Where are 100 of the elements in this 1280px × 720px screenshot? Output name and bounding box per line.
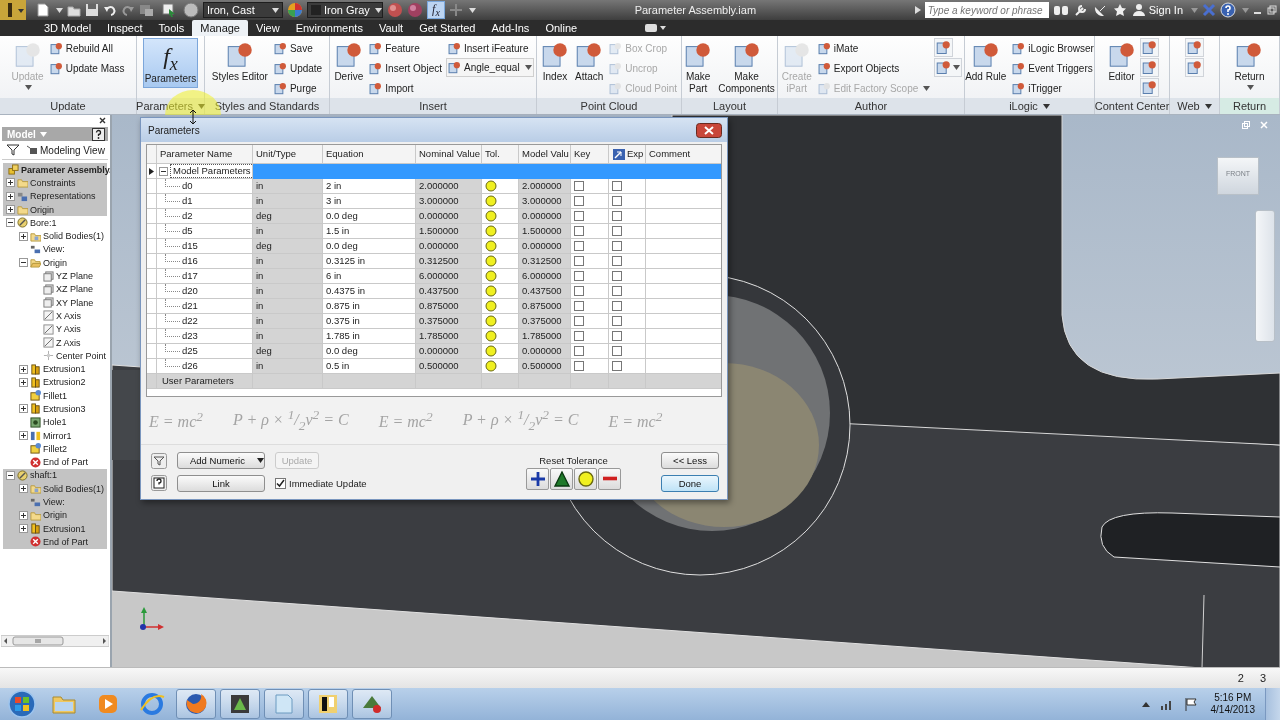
tree-item[interactable]: Extrusion1 [3, 522, 107, 536]
checkbox[interactable] [574, 331, 584, 341]
ribbon-tab[interactable]: Vault [370, 20, 412, 36]
tree-item[interactable]: Hole1 [3, 415, 107, 429]
ribbon-tab[interactable]: 3D Model [36, 20, 100, 36]
tree-item[interactable]: End of Part [3, 535, 107, 549]
ribbon-button[interactable]: iMate [815, 38, 861, 58]
expand-arrow-icon[interactable] [914, 6, 921, 14]
tray-arrow-icon[interactable] [1141, 701, 1150, 707]
ribbon-button[interactable]: Make Components [716, 38, 777, 98]
tree-item[interactable]: Origin [3, 256, 107, 270]
new-document-icon[interactable] [36, 3, 50, 17]
tolerance-circle-icon[interactable] [485, 315, 497, 327]
tolerance-circle-icon[interactable] [485, 330, 497, 342]
ribbon-tab[interactable]: Inspect [99, 20, 151, 36]
tree-item[interactable]: View: [3, 242, 107, 257]
clock-time[interactable]: 5:16 PM [1214, 692, 1252, 704]
tree-item[interactable]: Fillet2 [3, 442, 107, 456]
expand-icon[interactable] [19, 431, 28, 441]
checkbox[interactable] [574, 301, 584, 311]
expand-icon[interactable] [6, 191, 15, 201]
ribbon-button[interactable]: Update Mass [47, 58, 127, 78]
star-icon[interactable] [1112, 3, 1127, 17]
tolerance-circle-icon[interactable] [485, 360, 497, 372]
tree-item[interactable]: Mirror1 [3, 428, 107, 443]
tree-item[interactable]: View: [3, 495, 107, 509]
ribbon-tab[interactable]: Get Started [411, 20, 484, 36]
style-dropdown[interactable]: Angle_equal [446, 58, 534, 77]
expand-icon[interactable] [19, 510, 28, 520]
collapse-icon[interactable] [19, 258, 28, 268]
ribbon-button[interactable]: Purge [271, 78, 319, 98]
ribbon-tab[interactable]: Manage [192, 20, 248, 36]
sign-in-button[interactable]: Sign In [1130, 3, 1185, 17]
checkbox[interactable] [612, 316, 622, 326]
undo-icon[interactable] [103, 3, 117, 17]
done-button[interactable]: Done [661, 475, 719, 492]
ribbon-tab[interactable]: Environments [287, 20, 371, 36]
checkbox[interactable] [612, 181, 622, 191]
tree-item[interactable]: Center Point [3, 349, 107, 363]
collapse-icon[interactable] [6, 218, 15, 228]
sphere-icon[interactable] [387, 2, 403, 18]
tree-item[interactable]: XZ Plane [3, 282, 107, 296]
checkbox[interactable] [612, 211, 622, 221]
help-icon[interactable] [92, 127, 105, 141]
tree-item[interactable]: Extrusion3 [3, 402, 107, 416]
binoculars-icon[interactable] [1052, 3, 1069, 17]
tree-item[interactable]: Z Axis [3, 335, 107, 350]
ribbon-button[interactable]: Import [367, 78, 416, 98]
ribbon-icon-button[interactable] [934, 58, 963, 77]
checkbox[interactable] [612, 271, 622, 281]
tolerance-circle-icon[interactable] [485, 285, 497, 297]
checkbox[interactable] [574, 241, 584, 251]
redo-icon[interactable] [121, 3, 135, 17]
appearance-dropdown[interactable]: Iron Gray [307, 2, 383, 18]
ribbon-button[interactable]: Derive [332, 38, 366, 86]
clock-date[interactable]: 4/14/2013 [1210, 704, 1255, 716]
tree-item[interactable]: Constraints [3, 176, 107, 190]
ribbon-button[interactable]: Editor [1105, 38, 1138, 86]
expand-icon[interactable] [19, 404, 28, 414]
tolerance-circle-icon[interactable] [485, 300, 497, 312]
tree-item[interactable]: Bore:1 [3, 216, 107, 230]
ribbon-button[interactable]: Save [271, 38, 315, 58]
horizontal-scrollbar[interactable] [1, 635, 109, 647]
tree-item[interactable]: X Axis [3, 309, 107, 323]
tolerance-circle-icon[interactable] [485, 195, 497, 207]
ribbon-button[interactable]: Insert Object [367, 58, 444, 78]
checkbox[interactable] [574, 196, 584, 206]
tolerance-button[interactable] [526, 467, 549, 490]
ribbon-tab[interactable]: Tools [150, 20, 193, 36]
collapse-icon[interactable] [159, 166, 168, 176]
tree-item[interactable]: YZ Plane [3, 269, 107, 283]
checkbox[interactable] [574, 271, 584, 281]
color-wheel-icon[interactable] [287, 2, 303, 18]
expand-icon[interactable] [19, 524, 28, 534]
ribbon-button[interactable]: iTrigger [1010, 78, 1064, 98]
add-numeric-button[interactable]: Add Numeric [177, 452, 265, 469]
ribbon-button[interactable]: Add Rule [963, 38, 1009, 86]
checkbox[interactable] [612, 361, 622, 371]
ribbon-icon-button[interactable] [1139, 78, 1159, 97]
checkbox[interactable] [612, 196, 622, 206]
ribbon-tab[interactable]: Online [537, 20, 586, 36]
ribbon-button[interactable]: Attach [572, 38, 606, 86]
taskbar-button[interactable] [220, 689, 260, 719]
ribbon-button[interactable]: Index [538, 38, 571, 86]
tree-item[interactable]: Solid Bodies(1) [3, 229, 107, 243]
ribbon-button[interactable]: Styles Editor [209, 38, 270, 86]
tree-item[interactable]: Extrusion2 [3, 375, 107, 390]
table-row[interactable]: User Parameters [147, 374, 721, 389]
expand-icon[interactable] [6, 178, 15, 188]
ribbon-icon-button[interactable] [1139, 58, 1159, 77]
ribbon-button[interactable]: f$_{x}$ Parameters [142, 38, 199, 88]
toggle-icon[interactable] [645, 23, 668, 33]
ribbon-icon-button[interactable] [1139, 38, 1159, 57]
ribbon-tab[interactable]: Add-Ins [483, 20, 538, 36]
ribbon-icon-button[interactable] [934, 38, 954, 57]
signal-icon[interactable] [1159, 698, 1174, 710]
filter-button[interactable] [151, 453, 167, 469]
flag-icon[interactable] [1183, 697, 1198, 711]
close-icon[interactable] [99, 116, 106, 124]
checkbox[interactable] [612, 301, 622, 311]
